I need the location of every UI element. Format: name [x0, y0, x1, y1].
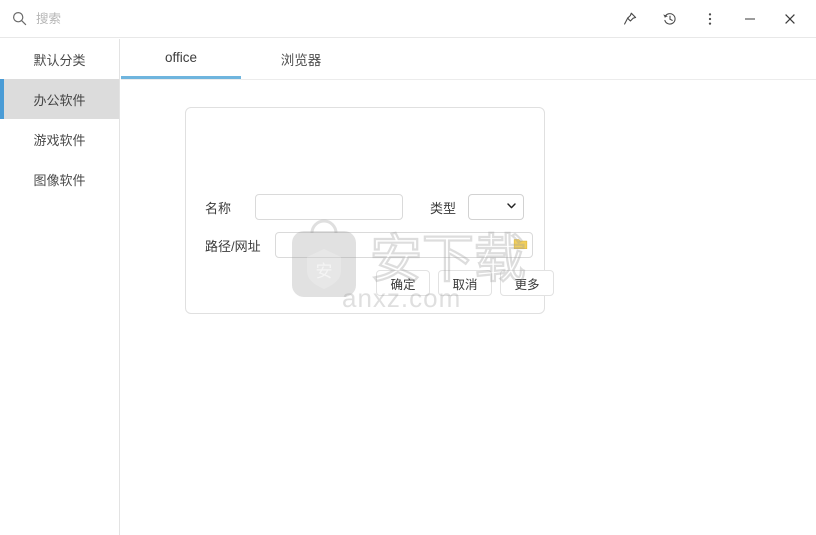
sidebar: 默认分类 办公软件 游戏软件 图像软件: [0, 39, 120, 535]
sidebar-item-default-category[interactable]: 默认分类: [0, 39, 119, 79]
confirm-button[interactable]: 确定: [376, 270, 430, 296]
type-select[interactable]: [468, 194, 524, 220]
sidebar-item-image-software[interactable]: 图像软件: [0, 159, 119, 199]
tab-office[interactable]: office: [121, 39, 241, 79]
cancel-button[interactable]: 取消: [438, 270, 492, 296]
sidebar-item-label: 图像软件: [33, 172, 86, 188]
pin-button[interactable]: [610, 0, 650, 38]
tab-bar: office 浏览器: [121, 39, 816, 80]
minimize-icon: [742, 11, 758, 27]
browse-folder-button[interactable]: [508, 233, 532, 257]
name-label: 名称: [205, 200, 232, 216]
folder-icon: [513, 237, 528, 254]
more-vertical-icon: [702, 11, 718, 27]
type-label: 类型: [430, 200, 457, 216]
type-field-row: 类型: [430, 194, 524, 220]
search-input[interactable]: [36, 7, 236, 30]
sidebar-item-label: 游戏软件: [33, 132, 86, 148]
history-button[interactable]: [650, 0, 690, 38]
path-input-group: [275, 232, 533, 258]
sidebar-item-label: 办公软件: [33, 92, 86, 108]
content-area: office 浏览器 名称 类型 路径/网址 确定 取消 更多: [121, 39, 816, 535]
more-menu-button[interactable]: [690, 0, 730, 38]
entry-form: 名称 类型 路径/网址 确定 取消 更多: [186, 108, 554, 313]
add-entry-dialog: 名称 类型 路径/网址 确定 取消 更多: [185, 107, 554, 314]
more-button[interactable]: 更多: [500, 270, 554, 296]
pin-icon: [622, 11, 638, 27]
tab-label: 浏览器: [280, 53, 322, 68]
search-icon: [12, 11, 27, 26]
tab-browser[interactable]: 浏览器: [241, 39, 361, 79]
close-icon: [782, 11, 798, 27]
sidebar-item-office-software[interactable]: 办公软件: [0, 79, 119, 119]
dialog-buttons: 确定 取消 更多: [376, 270, 554, 296]
path-input[interactable]: [276, 233, 508, 257]
name-input[interactable]: [255, 194, 403, 220]
close-button[interactable]: [770, 0, 810, 38]
minimize-button[interactable]: [730, 0, 770, 38]
tab-label: office: [164, 50, 198, 65]
sidebar-item-game-software[interactable]: 游戏软件: [0, 119, 119, 159]
sidebar-item-label: 默认分类: [33, 52, 86, 68]
titlebar: [0, 0, 816, 38]
name-field-row: 名称: [205, 194, 403, 220]
chevron-down-icon: [506, 198, 517, 216]
window-controls: [610, 0, 816, 38]
path-label: 路径/网址: [205, 238, 261, 254]
history-icon: [662, 11, 678, 27]
path-field-row: 路径/网址: [205, 232, 533, 258]
search-bar[interactable]: [0, 0, 236, 38]
